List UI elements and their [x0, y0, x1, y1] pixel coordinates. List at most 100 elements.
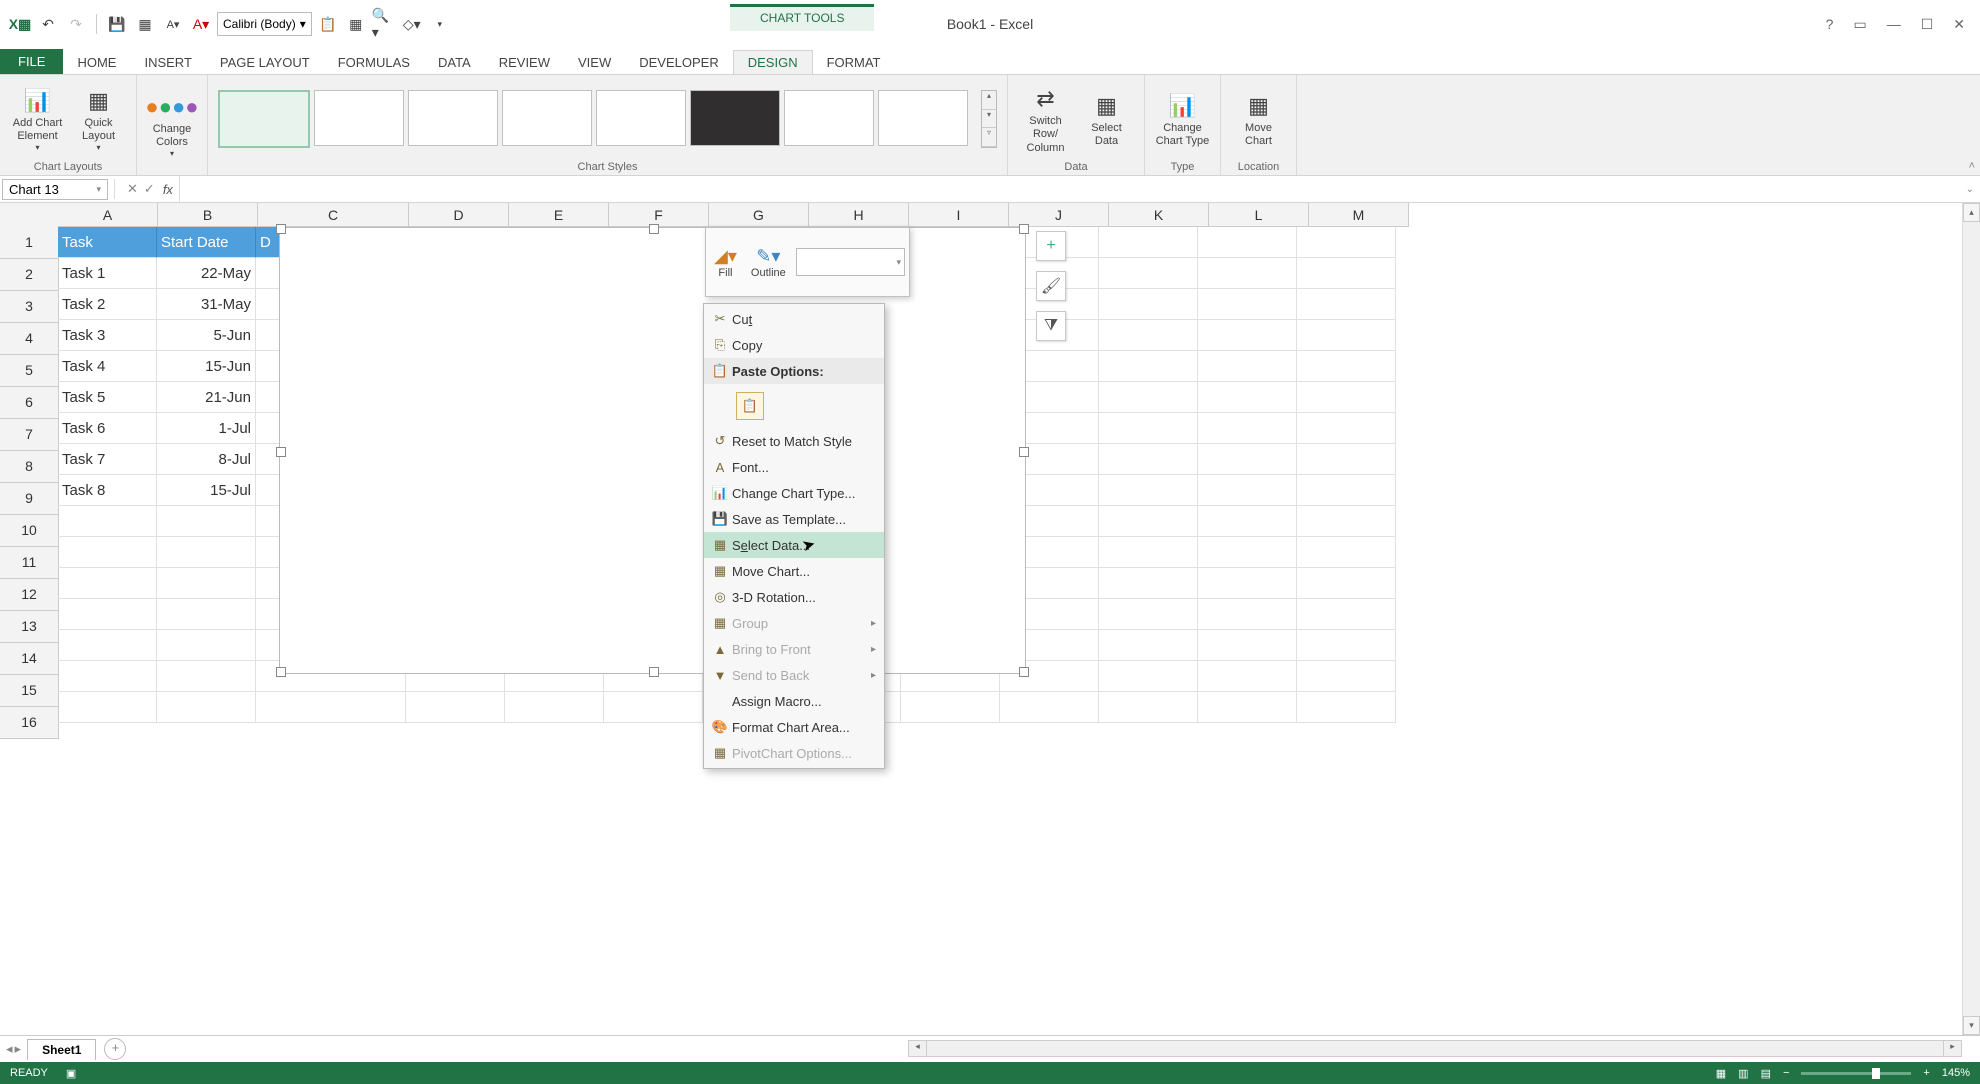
mini-style-dropdown[interactable]: ▾ — [796, 248, 905, 276]
cell[interactable]: 21-Jun — [157, 382, 256, 413]
cell[interactable] — [1099, 692, 1198, 723]
mini-outline-button[interactable]: ✎▾ Outline — [747, 243, 790, 281]
row-header-16[interactable]: 16 — [0, 707, 59, 739]
ctx-3d-rotation[interactable]: ◎3-D Rotation... — [704, 584, 884, 610]
ctx-change-chart-type[interactable]: 📊Change Chart Type... — [704, 480, 884, 506]
cell[interactable] — [1198, 661, 1297, 692]
zoom-in-icon[interactable]: + — [1923, 1067, 1929, 1079]
close-icon[interactable]: ✕ — [1953, 16, 1965, 33]
row-header-8[interactable]: 8 — [0, 451, 59, 483]
cell[interactable] — [157, 506, 256, 537]
tab-developer[interactable]: DEVELOPER — [625, 51, 732, 74]
cell[interactable] — [1198, 382, 1297, 413]
cell[interactable] — [1297, 506, 1396, 537]
row-header-6[interactable]: 6 — [0, 387, 59, 419]
chart-style-2[interactable] — [314, 90, 404, 146]
row-header-12[interactable]: 12 — [0, 579, 59, 611]
row-header-1[interactable]: 1 — [0, 227, 59, 259]
cell[interactable] — [1099, 506, 1198, 537]
cell[interactable]: Task 6 — [58, 413, 157, 444]
cell[interactable] — [1297, 537, 1396, 568]
chart-filters-button[interactable]: ⧩ — [1036, 311, 1066, 341]
tab-formulas[interactable]: FORMULAS — [324, 51, 424, 74]
cell[interactable] — [901, 692, 1000, 723]
cell[interactable] — [157, 661, 256, 692]
ctx-copy[interactable]: ⎘Copy — [704, 332, 884, 358]
row-header-5[interactable]: 5 — [0, 355, 59, 387]
column-header-M[interactable]: M — [1309, 203, 1409, 227]
row-header-9[interactable]: 9 — [0, 483, 59, 515]
cell[interactable] — [1297, 382, 1396, 413]
font-size-decrease-icon[interactable]: A▾ — [161, 12, 185, 36]
cell[interactable] — [157, 630, 256, 661]
view-normal-icon[interactable]: ▦ — [1716, 1067, 1726, 1080]
cell[interactable] — [1297, 568, 1396, 599]
row-header-10[interactable]: 10 — [0, 515, 59, 547]
column-header-E[interactable]: E — [509, 203, 609, 227]
cell[interactable] — [1297, 289, 1396, 320]
switch-row-column-button[interactable]: ⇄ Switch Row/ Column — [1018, 83, 1073, 155]
tab-home[interactable]: HOME — [63, 51, 130, 74]
row-header-13[interactable]: 13 — [0, 611, 59, 643]
cell[interactable]: Task 8 — [58, 475, 157, 506]
column-header-I[interactable]: I — [909, 203, 1009, 227]
cell[interactable] — [1099, 258, 1198, 289]
cell[interactable] — [1297, 227, 1396, 258]
cell[interactable] — [1297, 599, 1396, 630]
shapes-icon[interactable]: ◇▾ — [400, 12, 424, 36]
add-sheet-button[interactable]: + — [104, 1038, 126, 1060]
chart-style-7[interactable] — [784, 90, 874, 146]
font-name-combo[interactable]: Calibri (Body)▾ — [217, 12, 312, 36]
row-header-7[interactable]: 7 — [0, 419, 59, 451]
cell[interactable]: 31-May — [157, 289, 256, 320]
add-chart-element-button[interactable]: 📊 Add Chart Element▾ — [10, 85, 65, 153]
cell[interactable] — [58, 692, 157, 723]
zoom-level[interactable]: 145% — [1942, 1067, 1970, 1079]
cell[interactable] — [1099, 630, 1198, 661]
cell[interactable] — [604, 692, 703, 723]
mini-fill-button[interactable]: ◢▾ Fill — [710, 243, 741, 281]
cell[interactable]: Task 2 — [58, 289, 157, 320]
ribbon-display-options-icon[interactable]: ▭ — [1853, 16, 1866, 33]
save-icon[interactable]: 💾 — [105, 12, 129, 36]
tab-file[interactable]: FILE — [0, 49, 63, 74]
cell[interactable] — [1198, 630, 1297, 661]
formula-input[interactable] — [179, 176, 1960, 202]
column-header-D[interactable]: D — [409, 203, 509, 227]
cell[interactable] — [1198, 289, 1297, 320]
chart-style-5[interactable] — [596, 90, 686, 146]
cell[interactable]: Task — [58, 227, 157, 258]
cell[interactable]: 22-May — [157, 258, 256, 289]
minimize-icon[interactable]: — — [1887, 16, 1901, 32]
cell[interactable] — [1198, 506, 1297, 537]
cell[interactable] — [1000, 692, 1099, 723]
excel-icon[interactable]: X▦ — [8, 12, 32, 36]
zoom-out-icon[interactable]: − — [1783, 1067, 1789, 1079]
cell[interactable] — [1297, 444, 1396, 475]
redo-icon[interactable]: ↷ — [64, 12, 88, 36]
tab-insert[interactable]: INSERT — [130, 51, 205, 74]
select-all-corner[interactable] — [0, 203, 59, 228]
enter-formula-icon[interactable]: ✓ — [144, 181, 155, 197]
cell[interactable] — [1099, 568, 1198, 599]
change-chart-type-button[interactable]: 📊 Change Chart Type — [1155, 90, 1210, 148]
sheet-nav-prev-icon[interactable]: ◂ — [6, 1041, 13, 1057]
cancel-formula-icon[interactable]: ✕ — [127, 181, 138, 197]
move-chart-button[interactable]: ▦ Move Chart — [1231, 90, 1286, 148]
ctx-move-chart[interactable]: ▦Move Chart... — [704, 558, 884, 584]
cell[interactable] — [58, 506, 157, 537]
chart-object[interactable] — [279, 227, 1026, 674]
cell[interactable] — [1198, 258, 1297, 289]
cell[interactable]: Task 7 — [58, 444, 157, 475]
ctx-reset-style[interactable]: ↺Reset to Match Style — [704, 428, 884, 454]
cell[interactable]: 15-Jun — [157, 351, 256, 382]
cell[interactable] — [406, 692, 505, 723]
cell[interactable] — [1297, 351, 1396, 382]
sheet-nav-next-icon[interactable]: ▸ — [15, 1041, 22, 1057]
tab-page-layout[interactable]: PAGE LAYOUT — [206, 51, 324, 74]
zoom-slider[interactable] — [1801, 1072, 1911, 1075]
select-data-button[interactable]: ▦ Select Data — [1079, 90, 1134, 148]
sheet-tab-sheet1[interactable]: Sheet1 — [27, 1039, 96, 1060]
macro-record-icon[interactable]: ▣ — [66, 1067, 76, 1080]
cell[interactable]: Task 3 — [58, 320, 157, 351]
